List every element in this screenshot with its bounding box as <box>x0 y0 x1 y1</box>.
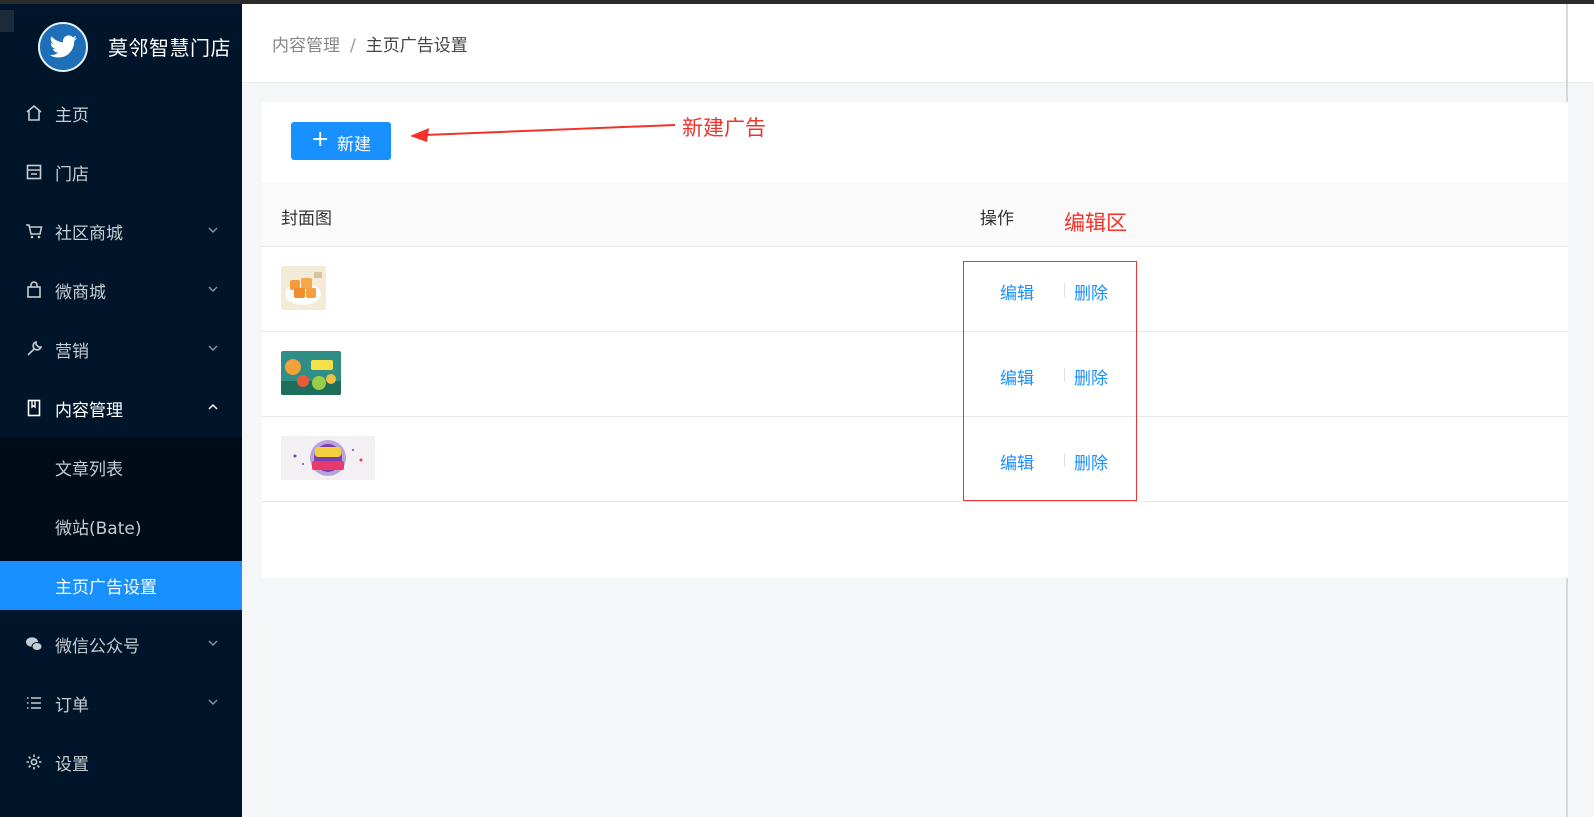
breadcrumb-separator: / <box>350 36 356 56</box>
new-ad-button-label: 新建 <box>337 135 371 155</box>
sidebar-item-content-management[interactable]: 内容管理 <box>0 379 242 438</box>
table-row: 编辑 删除 <box>262 332 1568 417</box>
annotation-new-ad: 新建广告 <box>682 116 766 140</box>
sidebar-item-settings[interactable]: 设置 <box>0 733 242 792</box>
ad-settings-card: + 新建 封面图 操作 编辑 删除 编辑 删除 编辑 删除 <box>262 102 1568 578</box>
table-row: 编辑 删除 <box>262 247 1568 332</box>
column-header-actions: 操作 <box>980 209 1014 229</box>
annotation-edit-area-box <box>963 261 1137 501</box>
sidebar-item-wechat-official[interactable]: 微信公众号 <box>0 615 242 674</box>
chevron-down-icon <box>208 699 218 705</box>
table-header: 封面图 操作 <box>262 182 1568 247</box>
sidebar-subitem-micro-site[interactable]: 微站(Bate) <box>0 497 242 556</box>
breadcrumb-parent-link[interactable]: 内容管理 <box>272 36 340 56</box>
window-corner-mark <box>0 10 14 32</box>
sidebar-subitem-article-list[interactable]: 文章列表 <box>0 438 242 497</box>
logo-icon <box>38 22 88 72</box>
sidebar-menu: 主页 门店 社区商城 微商城 营销 内容管理 文章列表 微站(Bate) 主页广… <box>0 84 242 792</box>
breadcrumb: 内容管理 / 主页广告设置 <box>272 31 468 56</box>
plus-icon: + <box>311 127 330 152</box>
sidebar-subitem-label: 微站(Bate) <box>55 519 142 539</box>
annotation-arrow <box>410 124 676 142</box>
fruit-banner-thumbnail <box>281 351 341 395</box>
home-icon <box>26 104 42 121</box>
brand[interactable]: 莫邻智慧门店 <box>0 4 242 84</box>
sidebar-item-label: 订单 <box>55 696 89 716</box>
brand-name: 莫邻智慧门店 <box>108 36 231 60</box>
wrench-icon <box>27 340 43 356</box>
breadcrumb-current: 主页广告设置 <box>365 36 468 56</box>
chevron-down-icon <box>208 286 218 292</box>
wechat-icon <box>26 637 43 651</box>
window-top-border <box>0 0 1594 4</box>
sidebar-subitem-home-ad-settings[interactable]: 主页广告设置 <box>0 561 242 610</box>
column-header-cover: 封面图 <box>281 209 332 229</box>
sidebar-item-label: 微商城 <box>55 283 106 303</box>
sidebar: 莫邻智慧门店 主页 门店 社区商城 微商城 营销 内容管理 文章列表 微站(Ba… <box>0 4 242 817</box>
sidebar-subitem-label: 主页广告设置 <box>55 578 157 598</box>
content-management-submenu: 文章列表 微站(Bate) 主页广告设置 <box>0 438 242 610</box>
chevron-up-icon <box>208 403 218 410</box>
sidebar-item-community-mall[interactable]: 社区商城 <box>0 202 242 261</box>
618-promo-thumbnail <box>281 436 375 480</box>
sidebar-item-label: 内容管理 <box>55 401 123 421</box>
sidebar-item-label: 门店 <box>55 165 89 185</box>
sidebar-subitem-label: 文章列表 <box>55 460 123 480</box>
chevron-down-icon <box>208 640 218 646</box>
sidebar-item-label: 微信公众号 <box>55 637 140 657</box>
sidebar-item-label: 主页 <box>55 106 89 126</box>
book-icon <box>27 399 41 417</box>
table-row: 编辑 删除 <box>262 417 1568 502</box>
bag-icon <box>27 281 41 298</box>
page-header: 内容管理 / 主页广告设置 <box>242 4 1594 83</box>
sidebar-item-label: 设置 <box>55 755 89 775</box>
list-icon <box>27 697 41 709</box>
sidebar-item-label: 营销 <box>55 342 89 362</box>
store-icon <box>26 164 42 180</box>
sidebar-item-micro-mall[interactable]: 微商城 <box>0 261 242 320</box>
cart-icon <box>26 224 43 239</box>
sidebar-item-home[interactable]: 主页 <box>0 84 242 143</box>
sidebar-item-marketing[interactable]: 营销 <box>0 320 242 379</box>
orange-dessert-thumbnail <box>281 266 326 310</box>
sidebar-item-orders[interactable]: 订单 <box>0 674 242 733</box>
annotation-edit-area: 编辑区 <box>1064 211 1127 235</box>
gear-icon <box>26 754 42 770</box>
sidebar-item-label: 社区商城 <box>55 224 123 244</box>
sidebar-item-store[interactable]: 门店 <box>0 143 242 202</box>
new-ad-button[interactable]: + 新建 <box>291 122 391 160</box>
chevron-down-icon <box>208 345 218 351</box>
chevron-down-icon <box>208 227 218 233</box>
